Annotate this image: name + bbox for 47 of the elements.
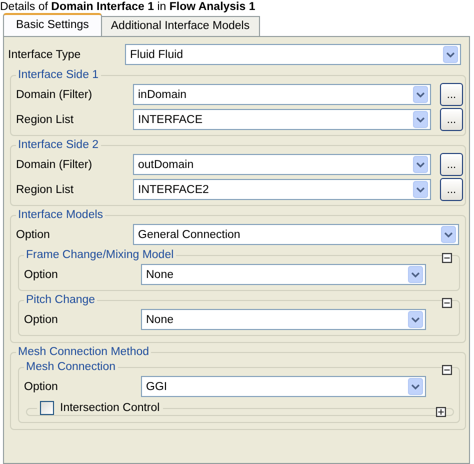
checkbox-label[interactable]: Intersection Control (60, 402, 160, 414)
dropdown[interactable]: None (141, 264, 426, 285)
field-label: Option (24, 268, 59, 280)
caret-icon (413, 111, 428, 128)
field-label: Option (24, 380, 59, 392)
group-title: Mesh Connection (25, 361, 116, 373)
dropdown[interactable]: INTERFACE2 (133, 179, 431, 200)
dropdown[interactable]: INTERFACE (133, 109, 431, 130)
caret-icon (413, 156, 428, 173)
dropdown[interactable]: inDomain (133, 84, 431, 105)
details-heading: Details of Domain Interface 1 in Flow Analysis 1 (0, 0, 256, 14)
dropdown[interactable]: Fluid Fluid (125, 44, 461, 65)
caret-icon (408, 311, 423, 328)
field-label: Region List (16, 184, 75, 196)
browse-button[interactable]: ... (440, 178, 463, 201)
dropdown[interactable]: GGI (141, 376, 426, 397)
field-label: Region List (16, 114, 75, 126)
browse-button[interactable]: ... (440, 153, 463, 176)
caret-icon (413, 86, 428, 103)
expand-icon[interactable] (436, 407, 446, 417)
field-label: Option (24, 314, 59, 326)
field-label: Domain (Filter) (16, 88, 94, 100)
group-title: Frame Change/Mixing Model (25, 249, 175, 261)
collapse-icon[interactable] (442, 365, 452, 375)
browse-button[interactable]: ... (440, 108, 463, 131)
field-label: Option (16, 228, 51, 240)
caret-icon (413, 181, 428, 198)
caret-icon (441, 226, 456, 243)
dropdown[interactable]: outDomain (133, 154, 431, 175)
field-label: Interface Type (8, 48, 82, 60)
checkbox[interactable] (40, 401, 54, 415)
collapse-icon[interactable] (442, 253, 452, 263)
field-label: Domain (Filter) (16, 158, 94, 170)
tab[interactable]: Additional Interface Models (100, 16, 260, 36)
group-title: Pitch Change (25, 294, 96, 306)
group-title: Interface Side 1 (17, 69, 100, 81)
caret-icon (408, 266, 423, 283)
caret-icon (443, 46, 458, 63)
browse-button[interactable]: ... (440, 83, 463, 106)
group-title: Interface Models (17, 209, 104, 221)
group-title: Interface Side 2 (17, 139, 100, 151)
caret-icon (408, 378, 423, 395)
collapse-icon[interactable] (442, 298, 452, 308)
tab[interactable]: Basic Settings (3, 13, 102, 36)
dropdown[interactable]: General Connection (133, 224, 459, 245)
group-title: Mesh Connection Method (17, 346, 150, 358)
dropdown[interactable]: None (141, 309, 426, 330)
